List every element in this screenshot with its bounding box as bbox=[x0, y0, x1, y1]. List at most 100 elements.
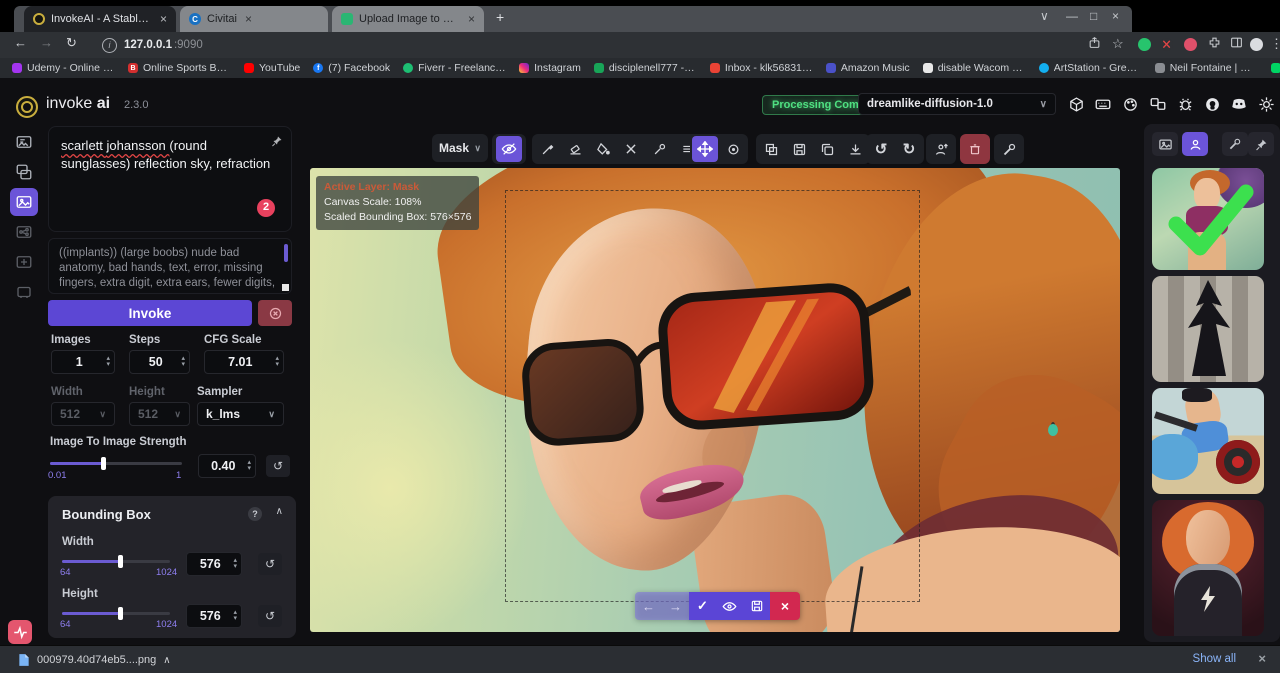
tab-post-processing[interactable] bbox=[10, 248, 38, 276]
console-toggle-button[interactable] bbox=[8, 620, 32, 644]
scrollbar-thumb[interactable] bbox=[284, 244, 288, 262]
gallery-thumbnail-3[interactable] bbox=[1152, 388, 1264, 494]
stepper-down-icon[interactable]: ▾ bbox=[233, 616, 237, 622]
bookmark-webtoon[interactable]: LINE WEBTOON - G... bbox=[1271, 62, 1280, 74]
strength-slider[interactable] bbox=[50, 462, 182, 465]
report-bug-icon[interactable] bbox=[1175, 94, 1195, 114]
bookmark-fiverr[interactable]: Fiverr - Freelance S... bbox=[403, 62, 506, 74]
move-tool-button[interactable] bbox=[692, 136, 718, 162]
bbox-height-slider[interactable] bbox=[62, 612, 170, 615]
show-hide-image-button[interactable] bbox=[716, 592, 743, 620]
reload-icon[interactable]: ↻ bbox=[66, 35, 77, 51]
tab-close-icon[interactable]: × bbox=[160, 12, 167, 26]
share-icon[interactable] bbox=[1088, 36, 1101, 49]
window-menu-icon[interactable]: ∨ bbox=[1040, 9, 1049, 23]
bbox-height-reset-button[interactable]: ↺ bbox=[258, 605, 282, 627]
bbox-width-slider[interactable] bbox=[62, 560, 170, 563]
bookmark-artstation[interactable]: ArtStation - Greg R... bbox=[1039, 62, 1142, 74]
slider-thumb[interactable] bbox=[118, 555, 123, 568]
discord-icon[interactable] bbox=[1229, 94, 1249, 114]
next-image-button[interactable]: → bbox=[662, 592, 689, 620]
bookmark-neil-fontaine[interactable]: Neil Fontaine | CGS... bbox=[1155, 62, 1258, 74]
language-icon[interactable] bbox=[1148, 94, 1168, 114]
download-image-button[interactable] bbox=[842, 136, 868, 162]
github-icon[interactable] bbox=[1202, 94, 1222, 114]
profile-avatar[interactable] bbox=[1250, 38, 1263, 51]
model-select[interactable]: dreamlike-diffusion-1.0 ∨ bbox=[858, 93, 1056, 115]
accept-image-button[interactable]: ✓ bbox=[689, 592, 716, 620]
erase-bounding-box-button[interactable] bbox=[618, 136, 644, 162]
bookmark-facebook[interactable]: f(7) Facebook bbox=[313, 62, 390, 74]
tab-close-icon[interactable]: × bbox=[468, 12, 475, 26]
show-all-downloads-link[interactable]: Show all bbox=[1193, 653, 1236, 665]
tab-upload-image[interactable]: Upload Image to Enlarge & Enh.. × bbox=[332, 6, 484, 32]
bookmark-disciplenell[interactable]: disciplenell777 - Pr... bbox=[594, 62, 697, 74]
pin-icon[interactable] bbox=[271, 135, 283, 147]
back-icon[interactable]: ← bbox=[14, 35, 27, 50]
extension-icon-green[interactable] bbox=[1138, 38, 1151, 51]
gallery-thumbnail-2[interactable] bbox=[1152, 276, 1264, 382]
tab-nodes[interactable] bbox=[10, 218, 38, 246]
window-minimize-icon[interactable]: — bbox=[1066, 9, 1078, 23]
tab-civitai[interactable]: C Civitai × bbox=[180, 6, 328, 32]
stepper-down-icon[interactable]: ▾ bbox=[233, 564, 237, 570]
strength-reset-button[interactable]: ↺ bbox=[266, 455, 290, 477]
cancel-button[interactable] bbox=[258, 300, 292, 326]
discard-staged-image-button[interactable]: × bbox=[770, 592, 800, 620]
layer-select[interactable]: Mask∨ bbox=[432, 134, 488, 162]
eraser-tool-button[interactable] bbox=[562, 136, 588, 162]
save-staged-image-button[interactable] bbox=[743, 592, 770, 620]
settings-gear-icon[interactable] bbox=[1256, 94, 1276, 114]
window-close-icon[interactable]: × bbox=[1112, 9, 1119, 23]
bbox-width-reset-button[interactable]: ↺ bbox=[258, 553, 282, 575]
bookmark-youtube[interactable]: YouTube bbox=[244, 62, 300, 74]
save-to-gallery-button[interactable] bbox=[786, 136, 812, 162]
bookmark-star-icon[interactable]: ☆ bbox=[1112, 36, 1124, 52]
bbox-height-input[interactable]: 576▴▾ bbox=[186, 604, 242, 628]
canvas-settings-wrench-button[interactable] bbox=[996, 136, 1022, 162]
site-info-icon[interactable]: i bbox=[102, 38, 117, 53]
tab-unified-canvas[interactable] bbox=[10, 188, 38, 216]
sampler-select[interactable]: k_lms∨ bbox=[197, 402, 284, 426]
bookmark-wacom[interactable]: disable Wacom Circ... bbox=[923, 62, 1026, 74]
stepper-down-icon[interactable]: ▾ bbox=[275, 362, 279, 368]
bookmark-sports-betting[interactable]: BOnline Sports Betti... bbox=[128, 62, 231, 74]
bbox-width-input[interactable]: 576▴▾ bbox=[186, 552, 242, 576]
tab-invokeai[interactable]: InvokeAI - A Stable Diffusion To.. × bbox=[24, 6, 176, 32]
unified-canvas[interactable]: Active Layer: Mask Canvas Scale: 108% Sc… bbox=[310, 168, 1120, 632]
fill-bounding-box-button[interactable] bbox=[590, 136, 616, 162]
images-input[interactable]: 1▴▾ bbox=[51, 350, 115, 374]
side-panel-icon[interactable] bbox=[1230, 36, 1243, 49]
reset-view-button[interactable] bbox=[720, 136, 746, 162]
extension-icon-red[interactable] bbox=[1184, 38, 1197, 51]
stepper-down-icon[interactable]: ▾ bbox=[106, 362, 110, 368]
help-icon[interactable]: ? bbox=[248, 507, 262, 521]
model-manager-icon[interactable] bbox=[1066, 94, 1086, 114]
tab-training[interactable] bbox=[10, 278, 38, 306]
slider-thumb[interactable] bbox=[118, 607, 123, 620]
gallery-user-category-button[interactable] bbox=[1182, 132, 1208, 156]
cfg-scale-input[interactable]: 7.01▴▾ bbox=[204, 350, 284, 374]
steps-input[interactable]: 50▴▾ bbox=[129, 350, 190, 374]
bookmark-udemy[interactable]: Udemy - Online Co... bbox=[12, 62, 115, 74]
download-caret-icon[interactable]: ∧ bbox=[163, 655, 170, 666]
bookmark-amazon-music[interactable]: Amazon Music bbox=[826, 62, 910, 74]
new-tab-button[interactable]: + bbox=[496, 9, 504, 25]
gallery-thumbnail-1[interactable] bbox=[1152, 168, 1264, 270]
gallery-images-category-button[interactable] bbox=[1152, 132, 1178, 156]
mute-extension-icon[interactable]: 🗙 bbox=[1160, 38, 1173, 51]
slider-thumb[interactable] bbox=[101, 457, 106, 470]
tab-text-to-image[interactable] bbox=[10, 128, 38, 156]
prompt-input[interactable]: scarlett johansson (round sunglasses) re… bbox=[48, 126, 292, 232]
clear-canvas-button[interactable] bbox=[962, 136, 988, 162]
collapse-chevron-icon[interactable]: ∧ bbox=[276, 506, 283, 517]
bounding-box-overlay[interactable] bbox=[505, 190, 920, 602]
brush-tool-button[interactable] bbox=[534, 136, 560, 162]
window-maximize-icon[interactable]: □ bbox=[1090, 9, 1097, 23]
color-picker-tool-button[interactable] bbox=[646, 136, 672, 162]
stepper-down-icon[interactable]: ▾ bbox=[247, 466, 251, 472]
redo-button[interactable]: ↻ bbox=[896, 136, 922, 162]
tab-close-icon[interactable]: × bbox=[245, 12, 252, 26]
copy-to-clipboard-button[interactable] bbox=[814, 136, 840, 162]
bookmark-instagram[interactable]: Instagram bbox=[519, 62, 581, 74]
